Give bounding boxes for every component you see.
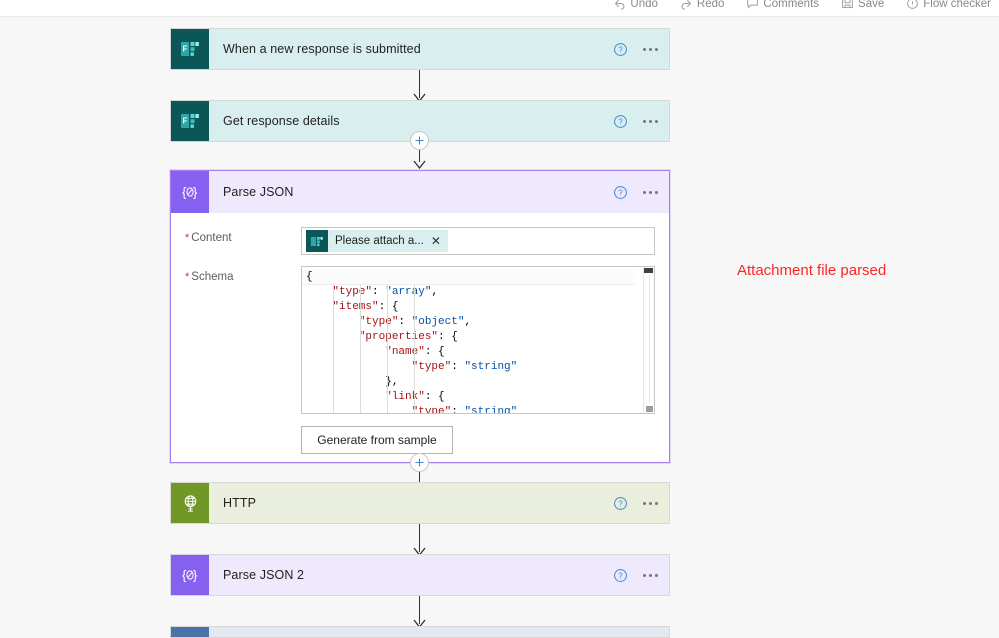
- flow-step-next-partial[interactable]: [170, 626, 670, 638]
- required-asterisk: *: [185, 271, 190, 283]
- schema-field-label: * Schema: [185, 271, 234, 283]
- plus-icon: [415, 136, 424, 145]
- parse-json-header[interactable]: { } Parse JSON ?: [171, 171, 669, 213]
- generate-from-sample-button[interactable]: Generate from sample: [301, 426, 453, 454]
- svg-text:?: ?: [618, 117, 623, 126]
- schema-line: "link": {: [385, 391, 445, 403]
- flow-step-when-a-new-response-is-submitted[interactable]: F When a new response is submitted ?: [170, 28, 670, 70]
- toolbar-comments-button[interactable]: Comments: [746, 0, 819, 10]
- svg-text:F: F: [183, 117, 188, 126]
- flow-step-http[interactable]: HTTP ?: [170, 482, 670, 524]
- flow-step-title: When a new response is submitted: [223, 42, 421, 56]
- help-icon[interactable]: ?: [613, 568, 628, 583]
- svg-text:{: {: [182, 568, 187, 583]
- parse-json-icon: { }: [171, 555, 209, 595]
- redo-icon: [680, 0, 693, 10]
- flow-step-title: Parse JSON 2: [223, 568, 305, 582]
- schema-line: "name": {: [385, 346, 445, 358]
- flow-step-title: HTTP: [223, 496, 257, 510]
- flow-steps-container: F When a new response is submitted ? F G…: [0, 17, 999, 638]
- toolbar-undo-button[interactable]: Undo: [613, 0, 658, 10]
- toolbar-comments-label: Comments: [763, 0, 820, 10]
- schema-code-text: { "type": "array", "items": { "type": "o…: [302, 267, 654, 414]
- parse-json-icon: { }: [171, 171, 209, 213]
- flow-checker-icon: [906, 0, 919, 10]
- toolbar-save-label: Save: [858, 0, 885, 10]
- schema-field-row: * Schema { "type": "array", "items": { "t…: [185, 266, 655, 414]
- parse-json-body: * Content Please attach a... ✕ * Schema …: [171, 213, 669, 454]
- dynamic-content-token[interactable]: Please attach a... ✕: [306, 230, 448, 252]
- save-icon: [841, 0, 854, 10]
- schema-line: {: [302, 270, 636, 285]
- toolbar-redo-button[interactable]: Redo: [680, 0, 725, 10]
- toolbar-save-button[interactable]: Save: [841, 0, 884, 10]
- more-options-icon[interactable]: [642, 572, 659, 579]
- comment-icon: [746, 0, 759, 10]
- help-icon[interactable]: ?: [613, 114, 628, 129]
- content-input[interactable]: Please attach a... ✕: [301, 227, 655, 255]
- content-field-label: * Content: [185, 232, 232, 244]
- top-toolbar: Undo Redo Comments Save Flow checker: [0, 0, 999, 17]
- http-globe-icon: [171, 483, 209, 523]
- schema-line: "type": "array",: [332, 286, 439, 298]
- svg-text:?: ?: [618, 45, 623, 54]
- undo-icon: [613, 0, 626, 10]
- connector-arrow-icon: [413, 160, 426, 169]
- flow-step-parse-json-expanded[interactable]: { } Parse JSON ? * Content Please attach…: [170, 170, 670, 463]
- svg-text:}: }: [193, 568, 198, 583]
- more-options-icon[interactable]: [642, 500, 659, 507]
- flow-step-title: Get response details: [223, 114, 340, 128]
- resize-grip-icon[interactable]: [646, 406, 653, 412]
- schema-line: "type": "object",: [358, 316, 472, 328]
- insert-step-button[interactable]: [410, 131, 429, 150]
- required-asterisk: *: [185, 232, 190, 244]
- more-options-icon[interactable]: [642, 46, 659, 53]
- more-options-icon[interactable]: [642, 189, 659, 196]
- help-icon[interactable]: ?: [613, 496, 628, 511]
- microsoft-forms-icon: F: [171, 29, 209, 69]
- remove-token-icon[interactable]: ✕: [431, 235, 441, 247]
- flow-designer-canvas: Undo Redo Comments Save Flow checker F W…: [0, 0, 999, 638]
- microsoft-forms-icon: F: [171, 101, 209, 141]
- annotation-attachment-file-parsed: Attachment file parsed: [737, 262, 887, 279]
- step-icon-placeholder: [171, 627, 209, 637]
- help-icon[interactable]: ?: [613, 185, 628, 200]
- microsoft-forms-icon: [306, 230, 328, 252]
- plus-icon: [415, 458, 424, 467]
- schema-line: "type": "string": [411, 406, 518, 414]
- svg-text:?: ?: [618, 499, 623, 508]
- flow-step-title: Parse JSON: [223, 185, 294, 199]
- scrollbar-thumb[interactable]: [644, 268, 653, 273]
- svg-text:F: F: [183, 45, 188, 54]
- flow-step-parse-json-2[interactable]: { } Parse JSON 2 ?: [170, 554, 670, 596]
- toolbar-redo-label: Redo: [696, 0, 725, 10]
- more-options-icon[interactable]: [642, 118, 659, 125]
- insert-step-button[interactable]: [410, 453, 429, 472]
- content-field-row: * Content Please attach a... ✕: [185, 227, 655, 255]
- svg-text:?: ?: [618, 188, 623, 197]
- help-icon[interactable]: ?: [613, 42, 628, 57]
- token-label: Please attach a...: [335, 235, 424, 247]
- schema-line: "properties": {: [358, 331, 458, 343]
- schema-scrollbar[interactable]: [643, 267, 654, 413]
- svg-text:?: ?: [618, 571, 623, 580]
- toolbar-flow-checker-button[interactable]: Flow checker: [906, 0, 991, 10]
- schema-line: },: [306, 376, 399, 388]
- toolbar-flow-checker-label: Flow checker: [923, 0, 991, 10]
- schema-line: "items": {: [332, 301, 399, 313]
- schema-code-editor[interactable]: { "type": "array", "items": { "type": "o…: [301, 266, 655, 414]
- svg-text:{: {: [182, 185, 187, 200]
- svg-text:}: }: [193, 185, 198, 200]
- toolbar-undo-label: Undo: [630, 0, 658, 10]
- schema-line: "type": "string": [411, 361, 518, 373]
